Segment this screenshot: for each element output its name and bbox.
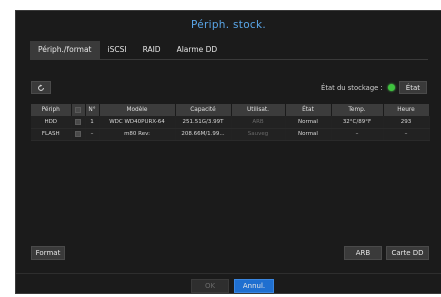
cancel-button[interactable]: Annul. <box>234 279 274 293</box>
select-all-checkbox[interactable] <box>75 106 81 113</box>
cell-device: HDD <box>31 116 72 129</box>
tab-hdd-alarm[interactable]: Alarme DD <box>169 41 226 59</box>
status-button[interactable]: État <box>398 81 427 94</box>
col-capacity: Capacité <box>175 104 232 116</box>
cell-model: WDC WD40PURX-64 <box>99 116 176 129</box>
device-table: Périph N° Modèle Capacité Utilisat. État… <box>31 104 430 141</box>
cell-temp: – <box>331 128 384 141</box>
storage-status: État du stockage : État <box>321 81 427 94</box>
cell-capacity: 208.66M/1.99... <box>175 128 232 141</box>
cell-state: Normal <box>285 128 332 141</box>
status-indicator-icon <box>387 84 395 91</box>
storage-status-label: État du stockage : <box>321 83 383 92</box>
cell-select[interactable] <box>71 128 86 141</box>
cell-usage: Sauveg <box>231 128 286 141</box>
cell-hours: – <box>383 128 430 141</box>
refresh-button[interactable] <box>31 81 51 94</box>
col-device: Périph <box>31 104 72 116</box>
cell-usage: ARB <box>231 116 286 129</box>
tab-bar: Périph./format iSCSI RAID Alarme DD <box>30 41 225 59</box>
tab-raid[interactable]: RAID <box>135 41 169 59</box>
dialog-title: Périph. stock. <box>190 19 267 31</box>
tab-divider <box>30 59 428 60</box>
refresh-icon <box>38 83 44 91</box>
footer-divider <box>16 273 441 274</box>
format-button[interactable]: Format <box>31 246 65 260</box>
col-select[interactable] <box>71 104 86 116</box>
table-row[interactable]: HDD 1 WDC WD40PURX-64 251.51G/3.99T ARB … <box>31 116 430 129</box>
col-usage: Utilisat. <box>231 104 286 116</box>
col-temp: Temp. <box>331 104 384 116</box>
cell-select[interactable] <box>71 116 86 129</box>
row-checkbox[interactable] <box>75 130 81 137</box>
hdd-map-button[interactable]: Carte DD <box>386 246 429 260</box>
storage-device-dialog: Périph. stock. Périph./format iSCSI RAID… <box>15 10 441 294</box>
cell-model: m80 Rev: <box>99 128 176 141</box>
table-row[interactable]: FLASH – m80 Rev: 208.66M/1.99... Sauveg … <box>31 128 430 141</box>
col-model: Modèle <box>99 104 176 116</box>
col-state: État <box>285 104 332 116</box>
cell-number: 1 <box>85 116 100 129</box>
cell-state: Normal <box>285 116 332 129</box>
tab-iscsi[interactable]: iSCSI <box>100 41 135 59</box>
row-checkbox[interactable] <box>75 118 81 125</box>
cell-number: – <box>85 128 100 141</box>
col-hours: Heure <box>383 104 430 116</box>
ok-button[interactable]: OK <box>191 279 229 293</box>
table-header-row: Périph N° Modèle Capacité Utilisat. État… <box>31 104 430 116</box>
cell-hours: 293 <box>383 116 430 129</box>
tab-device-format[interactable]: Périph./format <box>30 41 100 59</box>
arb-button[interactable]: ARB <box>344 246 382 260</box>
cell-capacity: 251.51G/3.99T <box>175 116 232 129</box>
cell-temp: 32°C/89°F <box>331 116 384 129</box>
col-number: N° <box>85 104 100 116</box>
cell-device: FLASH <box>31 128 72 141</box>
